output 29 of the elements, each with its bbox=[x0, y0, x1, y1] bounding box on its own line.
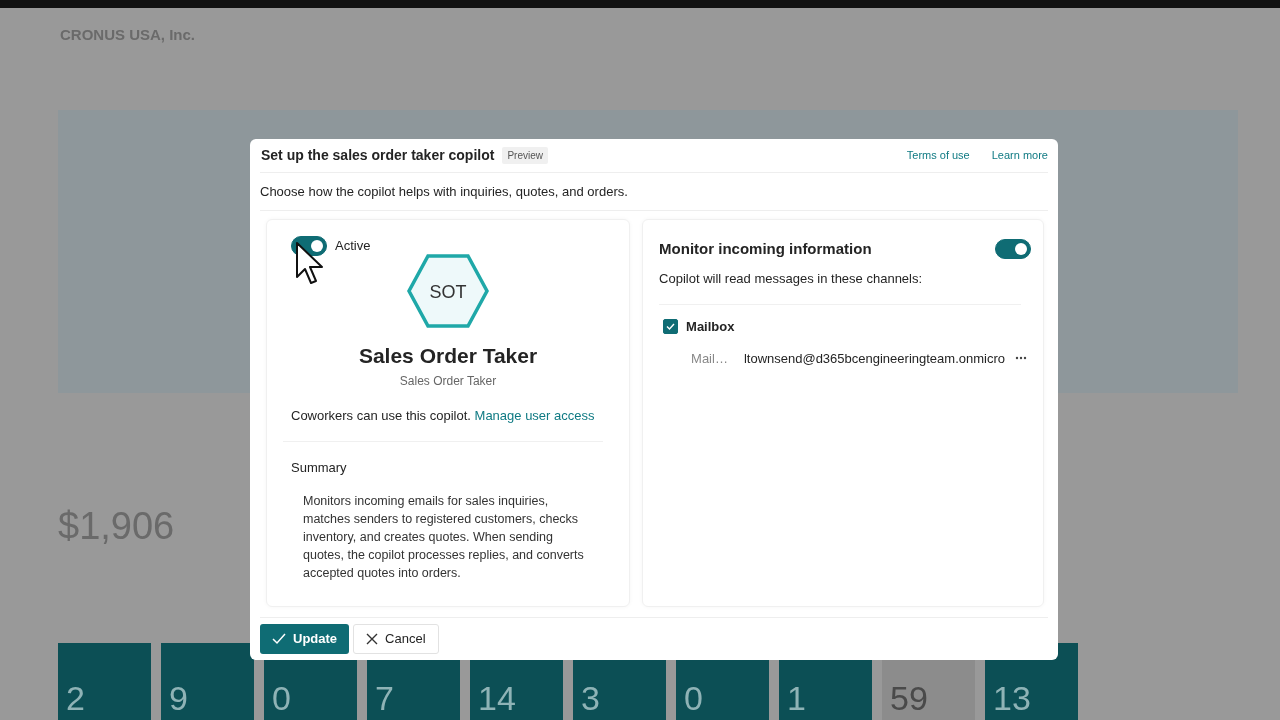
preview-badge: Preview bbox=[502, 146, 548, 164]
hexagon-avatar: SOT bbox=[407, 254, 490, 329]
monitor-toggle[interactable] bbox=[995, 239, 1031, 260]
update-button[interactable]: Update bbox=[260, 624, 350, 655]
access-text: Coworkers can use this copilot. bbox=[291, 407, 471, 423]
check-icon bbox=[272, 633, 286, 646]
manage-access-link[interactable]: Manage user access bbox=[474, 407, 595, 423]
field-label: Mail… bbox=[691, 349, 728, 368]
mailbox-address: ltownsend@d365bcengineeringteam.onmicro bbox=[743, 349, 1005, 368]
cancel-button[interactable]: Cancel bbox=[353, 624, 439, 655]
channel-name: Mailbox bbox=[686, 318, 735, 337]
learn-more-link[interactable]: Learn more bbox=[991, 147, 1048, 164]
stat-tile: 9 bbox=[161, 643, 254, 720]
mouse-pointer-icon bbox=[295, 241, 325, 287]
terms-link[interactable]: Terms of use bbox=[906, 147, 970, 164]
dialog-description: Choose how the copilot helps with inquiries, quotes, and orders. bbox=[260, 172, 1048, 212]
active-label: Active bbox=[335, 237, 371, 256]
agent-name: Sales Order Taker bbox=[358, 343, 538, 370]
more-icon[interactable] bbox=[1015, 356, 1027, 361]
channel-checkbox[interactable] bbox=[663, 319, 679, 335]
check-icon bbox=[666, 322, 676, 332]
stat-tile: 2 bbox=[58, 643, 151, 720]
close-icon bbox=[366, 633, 379, 646]
monitor-hint: Copilot will read messages in these channels: bbox=[659, 268, 1021, 306]
dialog-title: Set up the sales order taker copilot bbox=[261, 145, 495, 165]
summary-text: Monitors incoming emails for sales inquiries, matches senders to registered customers, checks inventory, and creates quotes. When sending quotes, the copilot processes replies, and converts accepted quotes into orders. bbox=[302, 492, 585, 583]
monitor-title: Monitor incoming information bbox=[659, 239, 872, 260]
agent-subtitle: Sales Order Taker bbox=[399, 372, 497, 390]
summary-label: Summary bbox=[290, 459, 348, 478]
